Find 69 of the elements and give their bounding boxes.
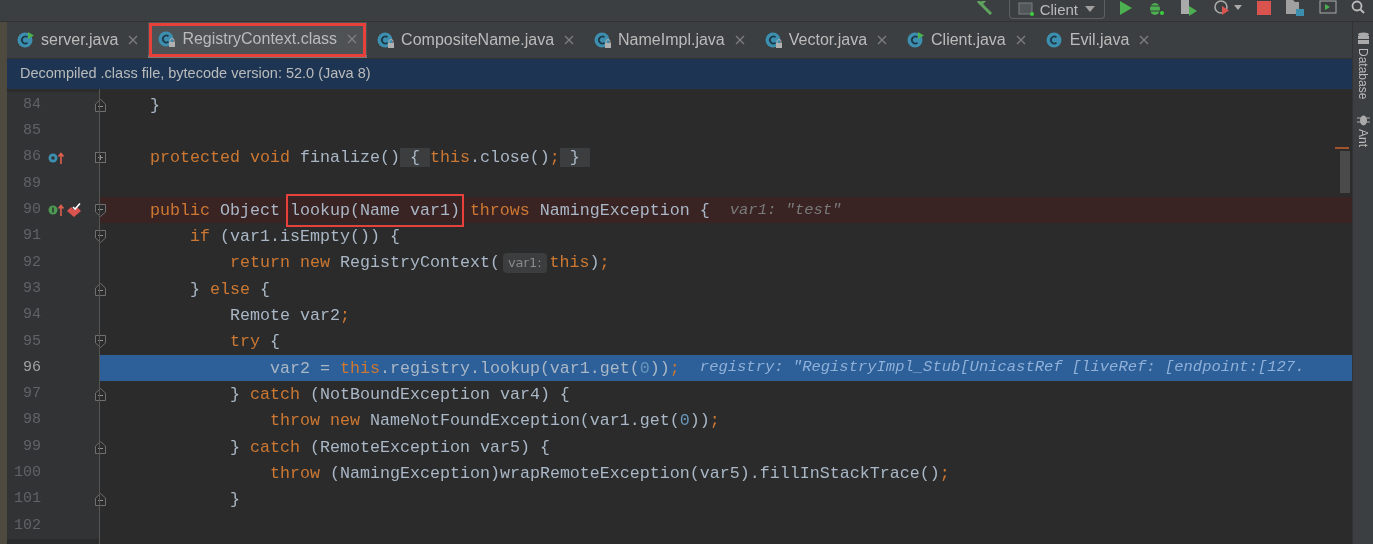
application-icon [1017,2,1034,16]
code-text: } catch (RemoteException var5) { [230,436,550,459]
caret-icon [1084,5,1096,13]
close-icon[interactable] [1139,35,1150,45]
tab-label: Evil.java [1069,30,1130,50]
search-icon[interactable] [1351,0,1365,14]
tab-label: server.java [41,30,119,50]
banner-text: Decompiled .class file, bytecode version: 52.0 (Java 8) [20,64,371,84]
bug-icon[interactable] [1147,0,1165,16]
code-text: protected void finalize() { this.close(); } [150,145,590,171]
editor-tab[interactable]: Vector.java [754,22,898,58]
editor-tab[interactable]: server.java [7,22,149,58]
close-icon[interactable] [1015,35,1026,45]
overrides-method-icon[interactable] [48,150,66,165]
code-text: throw new NameNotFoundException(var1.get(0)); [270,410,720,433]
close-icon[interactable] [128,35,139,45]
coverage-icon[interactable] [1179,0,1199,16]
inline-value-hint: var1: "test" [729,199,842,221]
scrollbar-thumb[interactable] [1340,151,1350,193]
tool-window-label: Database [1355,48,1371,100]
tool-window-button[interactable]: Ant [1354,113,1372,148]
editor-tab[interactable]: CompositeName.java [367,22,585,58]
tool-window-button[interactable]: Database [1354,32,1372,100]
profiler-icon[interactable] [1213,0,1243,16]
editor-tab[interactable]: Evil.java [1035,22,1160,58]
code-text: var2 = this.registry.lookup(var1.get(0)); [270,357,680,380]
project-structure-icon[interactable] [1285,0,1305,16]
tab-label: NameImpl.java [618,30,725,50]
inline-value-hint: registry: "RegistryImpl_Stub[UnicastRef [liveRef: [endpoint:[127. [699,357,1305,379]
editor-tab[interactable]: NameImpl.java [584,22,755,58]
code-text: return new RegistryContext( [230,252,500,275]
expand-fold-icon[interactable] [94,151,106,164]
code-text: if (var1.isEmpty()) { [190,226,400,249]
code-text: throw (NamingException)wrapRemoteException(var5).fillInStackTrace(); [270,462,950,485]
parameter-hint: var1: [502,253,547,273]
class-file-icon [1045,31,1064,49]
breakpoint-icon[interactable] [66,203,82,218]
tab-label: CompositeName.java [401,30,555,50]
bug-icon [1356,113,1370,127]
tool-window-label: Ant [1355,129,1371,148]
code-text: public Object [150,199,280,222]
code-text: Remote var2; [230,305,350,327]
code-text: } catch (NotBoundException var4) { [230,383,570,406]
run-icon[interactable] [1119,1,1133,15]
close-icon[interactable] [564,35,575,45]
close-icon[interactable] [877,35,888,45]
code-text: throws NamingException { [469,199,710,222]
editor-tab[interactable]: RegistryContext.class [148,22,368,58]
code-text: try { [230,331,280,354]
run-configuration-dropdown[interactable]: Client [1008,0,1105,19]
class-file-icon [594,31,613,49]
class-file-icon [764,31,783,49]
code-text: this); [549,252,610,275]
tab-label: Client.java [931,30,1006,50]
code-text: } [150,94,160,117]
line-number: 96 [22,357,41,378]
code-text: } [230,489,240,512]
class-file-icon [907,31,926,49]
class-file-icon [158,29,177,48]
tab-label: RegistryContext.class [182,28,338,49]
tab-label: Vector.java [788,30,868,50]
code-text: } else { [190,278,270,301]
class-file-icon [17,31,35,49]
class-file-icon [377,31,396,49]
database-icon [1356,32,1370,45]
terminal-icon[interactable] [1319,0,1337,14]
close-icon[interactable] [734,35,745,45]
editor-tab[interactable]: Client.java [897,22,1036,58]
implements-method-icon[interactable] [48,203,66,218]
